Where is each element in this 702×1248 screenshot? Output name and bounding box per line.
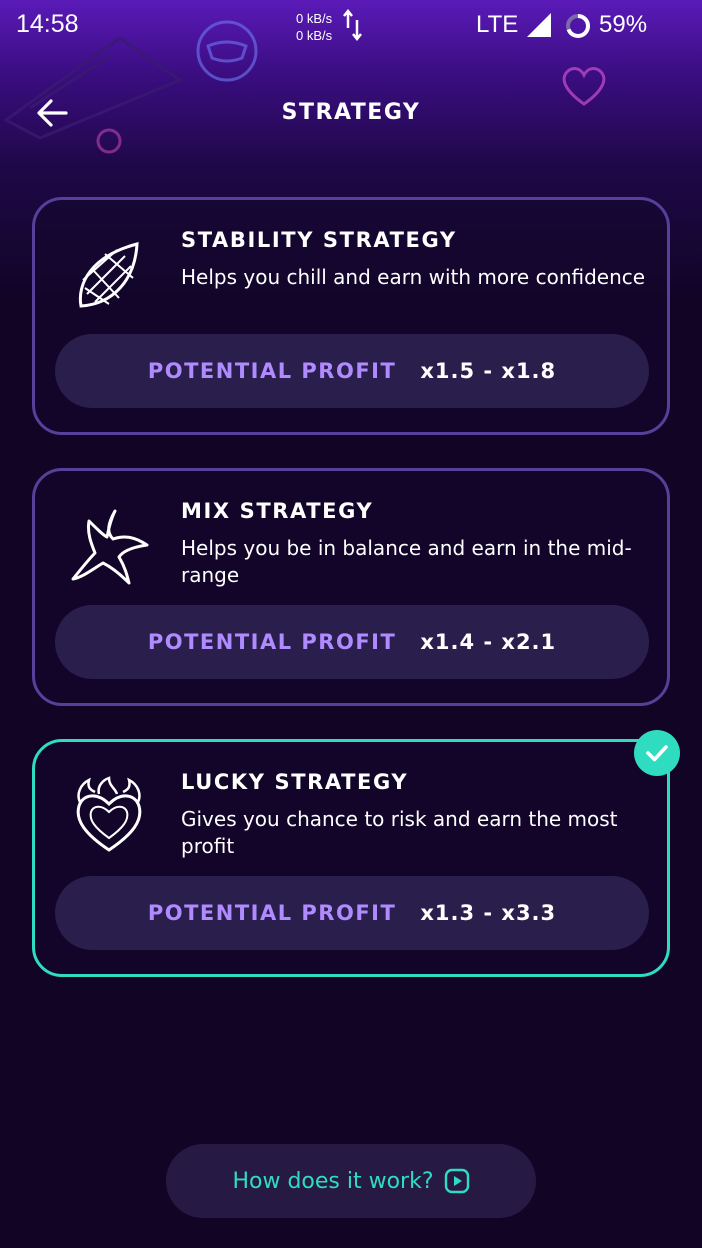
signal-icon bbox=[527, 13, 551, 37]
leaf-icon bbox=[78, 242, 139, 308]
potential-profit-pill: POTENTIAL PROFIT x1.3 - x3.3 bbox=[55, 876, 649, 950]
profit-value: x1.3 - x3.3 bbox=[420, 901, 557, 925]
how-does-it-work-label: How does it work? bbox=[232, 1168, 434, 1194]
status-time: 14:58 bbox=[16, 10, 79, 38]
strategy-description: Gives you chance to risk and earn the mo… bbox=[181, 807, 618, 858]
strategy-title: LUCKY STRATEGY bbox=[181, 770, 409, 794]
flaming-heart-icon bbox=[76, 776, 142, 852]
strategy-title: MIX STRATEGY bbox=[181, 499, 374, 523]
play-icon bbox=[444, 1168, 469, 1194]
profit-value: x1.4 - x2.1 bbox=[420, 630, 557, 654]
network-speed: 0 kB/s 0 kB/s bbox=[296, 10, 332, 44]
net-up-speed: 0 kB/s bbox=[296, 11, 333, 26]
net-down-speed: 0 kB/s bbox=[296, 28, 333, 43]
strategy-title: STABILITY STRATEGY bbox=[181, 228, 457, 252]
network-type: LTE bbox=[476, 11, 519, 38]
profit-label: POTENTIAL PROFIT bbox=[147, 901, 397, 925]
strategy-card-lucky[interactable]: LUCKY STRATEGY Gives you chance to risk … bbox=[32, 739, 670, 977]
potential-profit-pill: POTENTIAL PROFIT x1.5 - x1.8 bbox=[55, 334, 649, 408]
data-transfer-icon bbox=[343, 8, 362, 42]
page-title: STRATEGY bbox=[281, 100, 421, 125]
selected-check-badge bbox=[634, 730, 680, 776]
star-icon bbox=[71, 509, 149, 585]
strategy-card-mix[interactable]: MIX STRATEGY Helps you be in balance and… bbox=[32, 468, 670, 706]
profit-label: POTENTIAL PROFIT bbox=[147, 630, 397, 654]
checkmark-icon bbox=[646, 745, 668, 762]
battery-percent: 59% bbox=[599, 11, 648, 38]
profit-label: POTENTIAL PROFIT bbox=[147, 359, 397, 383]
potential-profit-pill: POTENTIAL PROFIT x1.4 - x2.1 bbox=[55, 605, 649, 679]
status-bar: 14:58 0 kB/s 0 kB/s LTE 59% bbox=[0, 0, 702, 52]
strategy-description: Helps you be in balance and earn in the … bbox=[181, 536, 632, 587]
profit-value: x1.5 - x1.8 bbox=[420, 359, 557, 383]
how-does-it-work-button[interactable]: How does it work? bbox=[166, 1144, 536, 1218]
strategy-card-stability[interactable]: STABILITY STRATEGY Helps you chill and e… bbox=[32, 197, 670, 435]
strategy-description: Helps you chill and earn with more confi… bbox=[181, 265, 646, 289]
battery-ring-icon bbox=[566, 14, 590, 38]
